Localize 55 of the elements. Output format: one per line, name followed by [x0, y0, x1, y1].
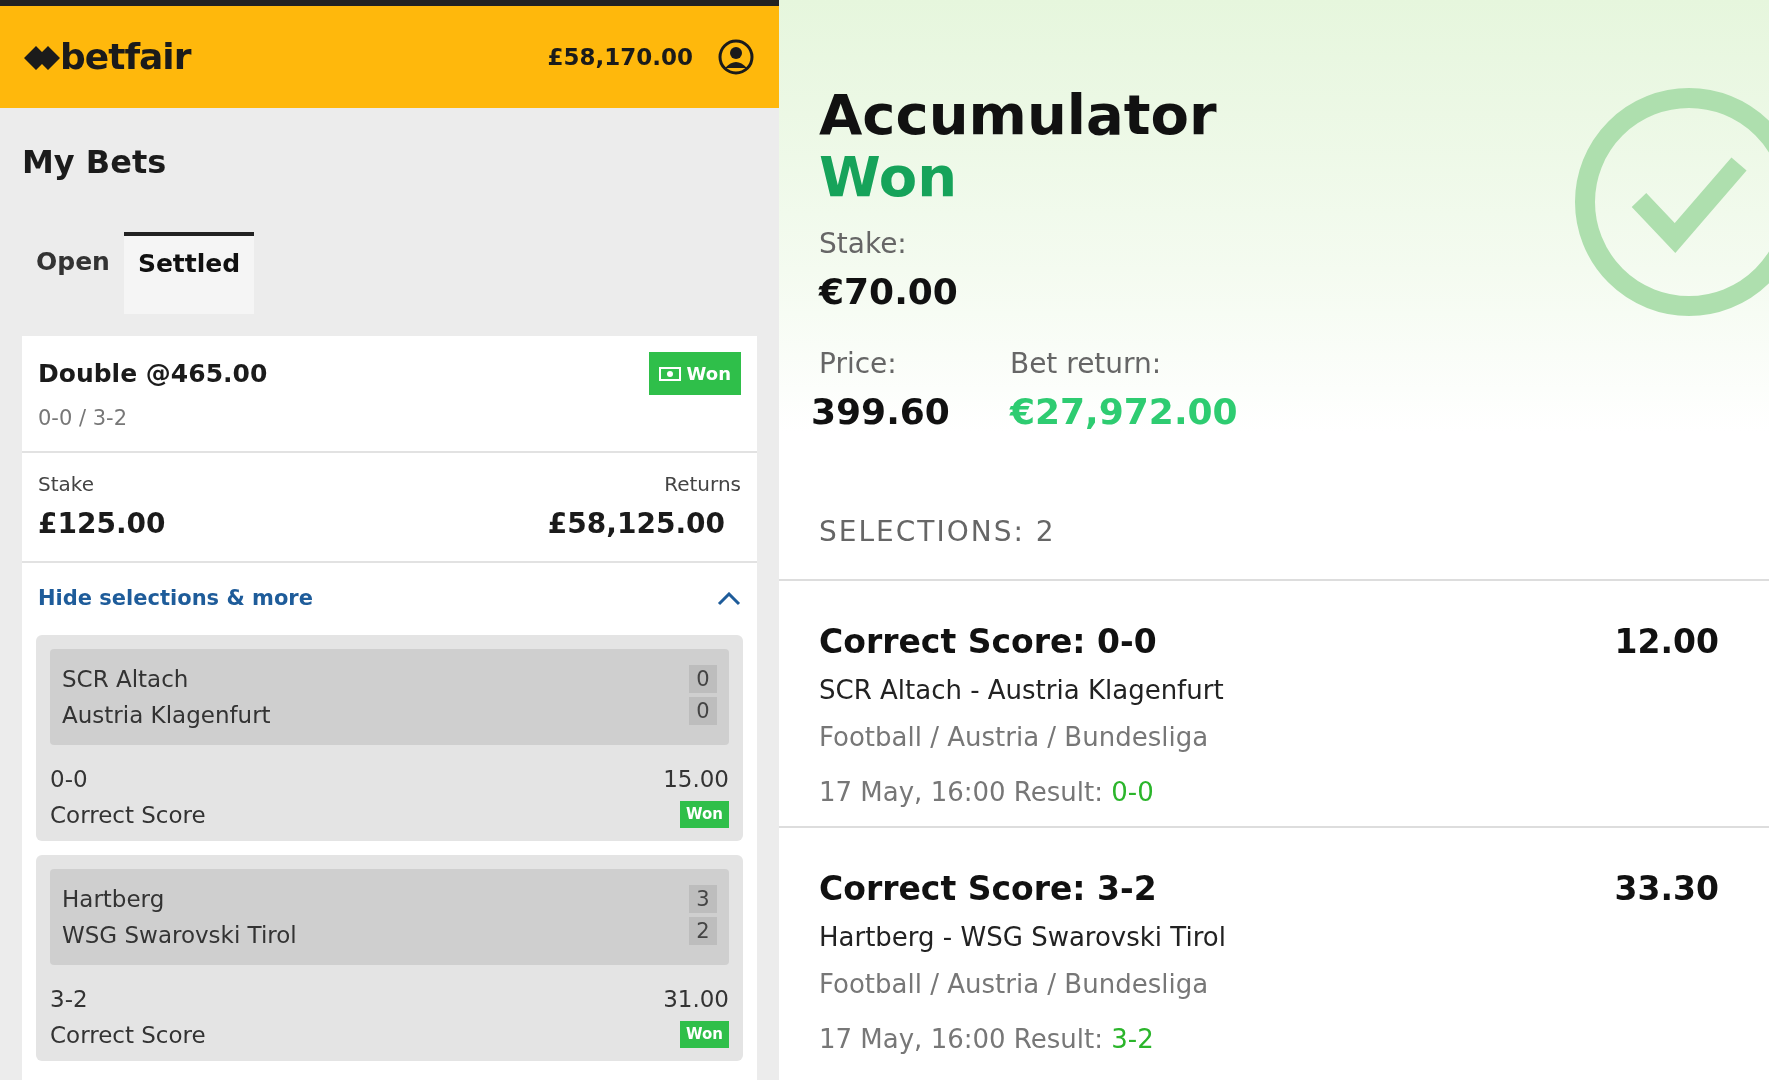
team-name: Hartberg — [62, 884, 166, 914]
market-name: Correct Score — [50, 1020, 206, 1050]
market-title: Correct Score: 0-0 — [819, 621, 1157, 664]
receipt-title: Accumulator — [819, 84, 1218, 146]
odds-value: 33.30 — [1614, 868, 1719, 911]
stake-amount: €70.00 — [819, 270, 959, 315]
bet-title: Double @465.00 — [38, 357, 268, 390]
market-name: Correct Score — [50, 800, 206, 830]
odds-value: 12.00 — [1614, 621, 1719, 664]
account-icon[interactable] — [717, 38, 755, 76]
receipt-status: Won — [819, 145, 959, 208]
returns-amount: £58,125.00 — [547, 505, 725, 542]
tab[interactable]: Open — [22, 232, 124, 314]
balance: £58,170.00 — [547, 42, 693, 72]
match-name: SCR Altach - Austria Klagenfurt — [819, 673, 1225, 707]
selection-pick: 0-0 — [50, 764, 88, 794]
price-value: 399.60 — [811, 390, 950, 435]
score: 3 — [689, 884, 717, 913]
result-label: Result: — [1013, 1023, 1103, 1054]
page-title: My Bets — [21, 142, 168, 183]
competition-path: Football / Austria / Bundesliga — [819, 720, 1210, 754]
kickoff-time: 17 May, 16:00 — [819, 776, 1006, 807]
kickoff-time: 17 May, 16:00 — [819, 1023, 1006, 1054]
selection-odds: 15.00 — [663, 764, 729, 794]
selection-pick: 3-2 — [50, 984, 88, 1014]
result-label: Result: — [1013, 776, 1103, 807]
score: 0 — [689, 696, 717, 725]
team-name: Austria Klagenfurt — [62, 700, 271, 730]
market-title: Correct Score: 3-2 — [819, 868, 1157, 911]
competition-path: Football / Austria / Bundesliga — [819, 967, 1210, 1001]
score: 2 — [689, 916, 717, 945]
stake-amount: £125.00 — [38, 505, 166, 542]
toggle-link[interactable]: Hide selections & more — [38, 582, 313, 615]
team-name: WSG Swarovski Tirol — [62, 920, 297, 950]
match-name: Hartberg - WSG Swarovski Tirol — [819, 920, 1227, 954]
status-badge: Won — [680, 1021, 729, 1048]
status-badge: Won — [648, 352, 741, 395]
returns-label: Returns — [664, 470, 741, 498]
tab[interactable]: Settled — [123, 232, 255, 314]
result-score: 3-2 — [1111, 1023, 1154, 1054]
stake-label: Stake: — [819, 226, 908, 263]
stake-label: Stake — [38, 470, 94, 498]
return-amount: €27,972.00 — [1009, 390, 1238, 435]
score: 0 — [689, 664, 717, 693]
selection-odds: 31.00 — [663, 984, 729, 1014]
cash-icon — [658, 366, 681, 381]
price-label: Price: — [819, 346, 898, 383]
chevron-icon[interactable] — [717, 592, 741, 606]
return-label: Bet return: — [1009, 346, 1163, 383]
logo[interactable]: betfair — [60, 30, 191, 84]
team-name: SCR Altach — [62, 664, 190, 694]
result-score: 0-0 — [1111, 776, 1154, 807]
bet-scores: 0-0 / 3-2 — [38, 405, 129, 432]
status-badge: Won — [680, 801, 729, 828]
selections-heading: SELECTIONS: 2 — [819, 514, 1057, 551]
